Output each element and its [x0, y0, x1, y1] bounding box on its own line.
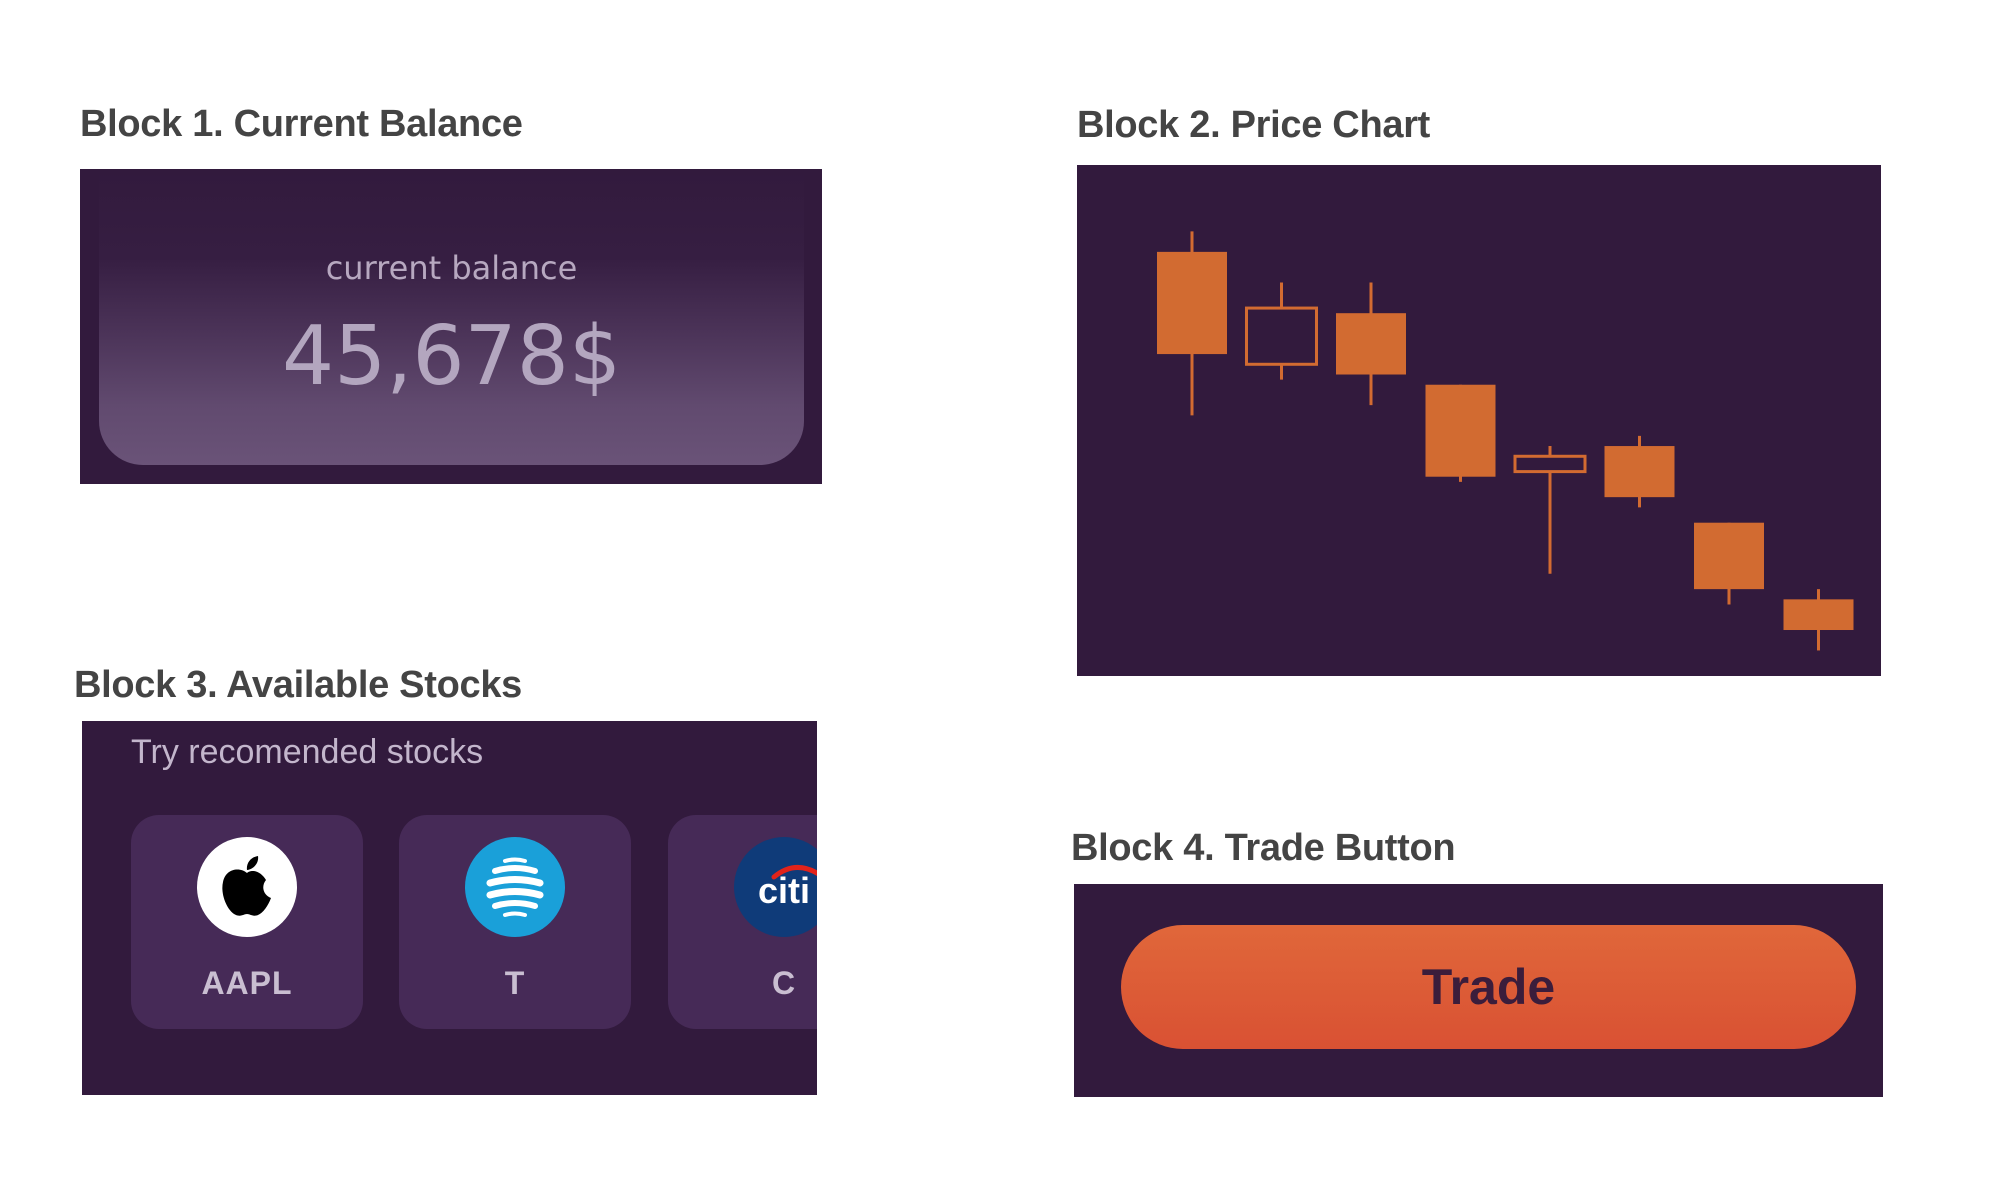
balance-value: 45,678$ [281, 309, 622, 404]
att-globe-logo-icon [465, 837, 565, 937]
candle [1425, 384, 1496, 482]
candle [1513, 446, 1587, 574]
stock-ticker: C [771, 965, 797, 1001]
stocks-panel: Try recomended stocks AAPL T citi C [82, 721, 817, 1095]
candle [1604, 435, 1675, 508]
candle-body [1157, 251, 1227, 355]
citi-logo-text: citi [758, 870, 810, 911]
balance-label: current balance [325, 249, 578, 287]
stock-ticker: AAPL [201, 965, 293, 1001]
block1-title: Block 1. Current Balance [80, 103, 523, 145]
apple-logo-icon [197, 837, 297, 937]
candle [1783, 589, 1854, 651]
candle-body [1694, 522, 1764, 590]
trade-panel: Trade [1074, 884, 1883, 1097]
balance-card: current balance 45,678$ [99, 169, 804, 465]
block3-title: Block 3. Available Stocks [74, 664, 522, 706]
citi-logo-icon: citi [734, 837, 817, 937]
balance-panel: current balance 45,678$ [80, 169, 822, 484]
candle-body [1245, 306, 1318, 366]
candle-body [1336, 313, 1406, 375]
candle [1157, 231, 1227, 416]
stock-card-t[interactable]: T [399, 815, 631, 1029]
block2-title: Block 2. Price Chart [1077, 104, 1431, 146]
trade-button[interactable]: Trade [1121, 925, 1856, 1049]
candle-body [1604, 446, 1675, 498]
candle [1245, 282, 1318, 380]
stock-ticker: T [504, 965, 526, 1001]
candle-body [1425, 384, 1496, 477]
candle-body [1783, 599, 1854, 631]
candle [1336, 282, 1406, 406]
stocks-prompt: Try recomended stocks [131, 733, 484, 771]
block4-title: Block 4. Trade Button [1071, 827, 1456, 869]
price-chart [1077, 165, 1881, 676]
candle [1694, 522, 1764, 605]
candle-body [1513, 454, 1587, 474]
candlestick-chart [1157, 231, 1854, 651]
trade-button-label: Trade [1421, 959, 1556, 1015]
stock-card-c[interactable]: citi C [668, 815, 817, 1029]
stock-card-aapl[interactable]: AAPL [131, 815, 363, 1029]
